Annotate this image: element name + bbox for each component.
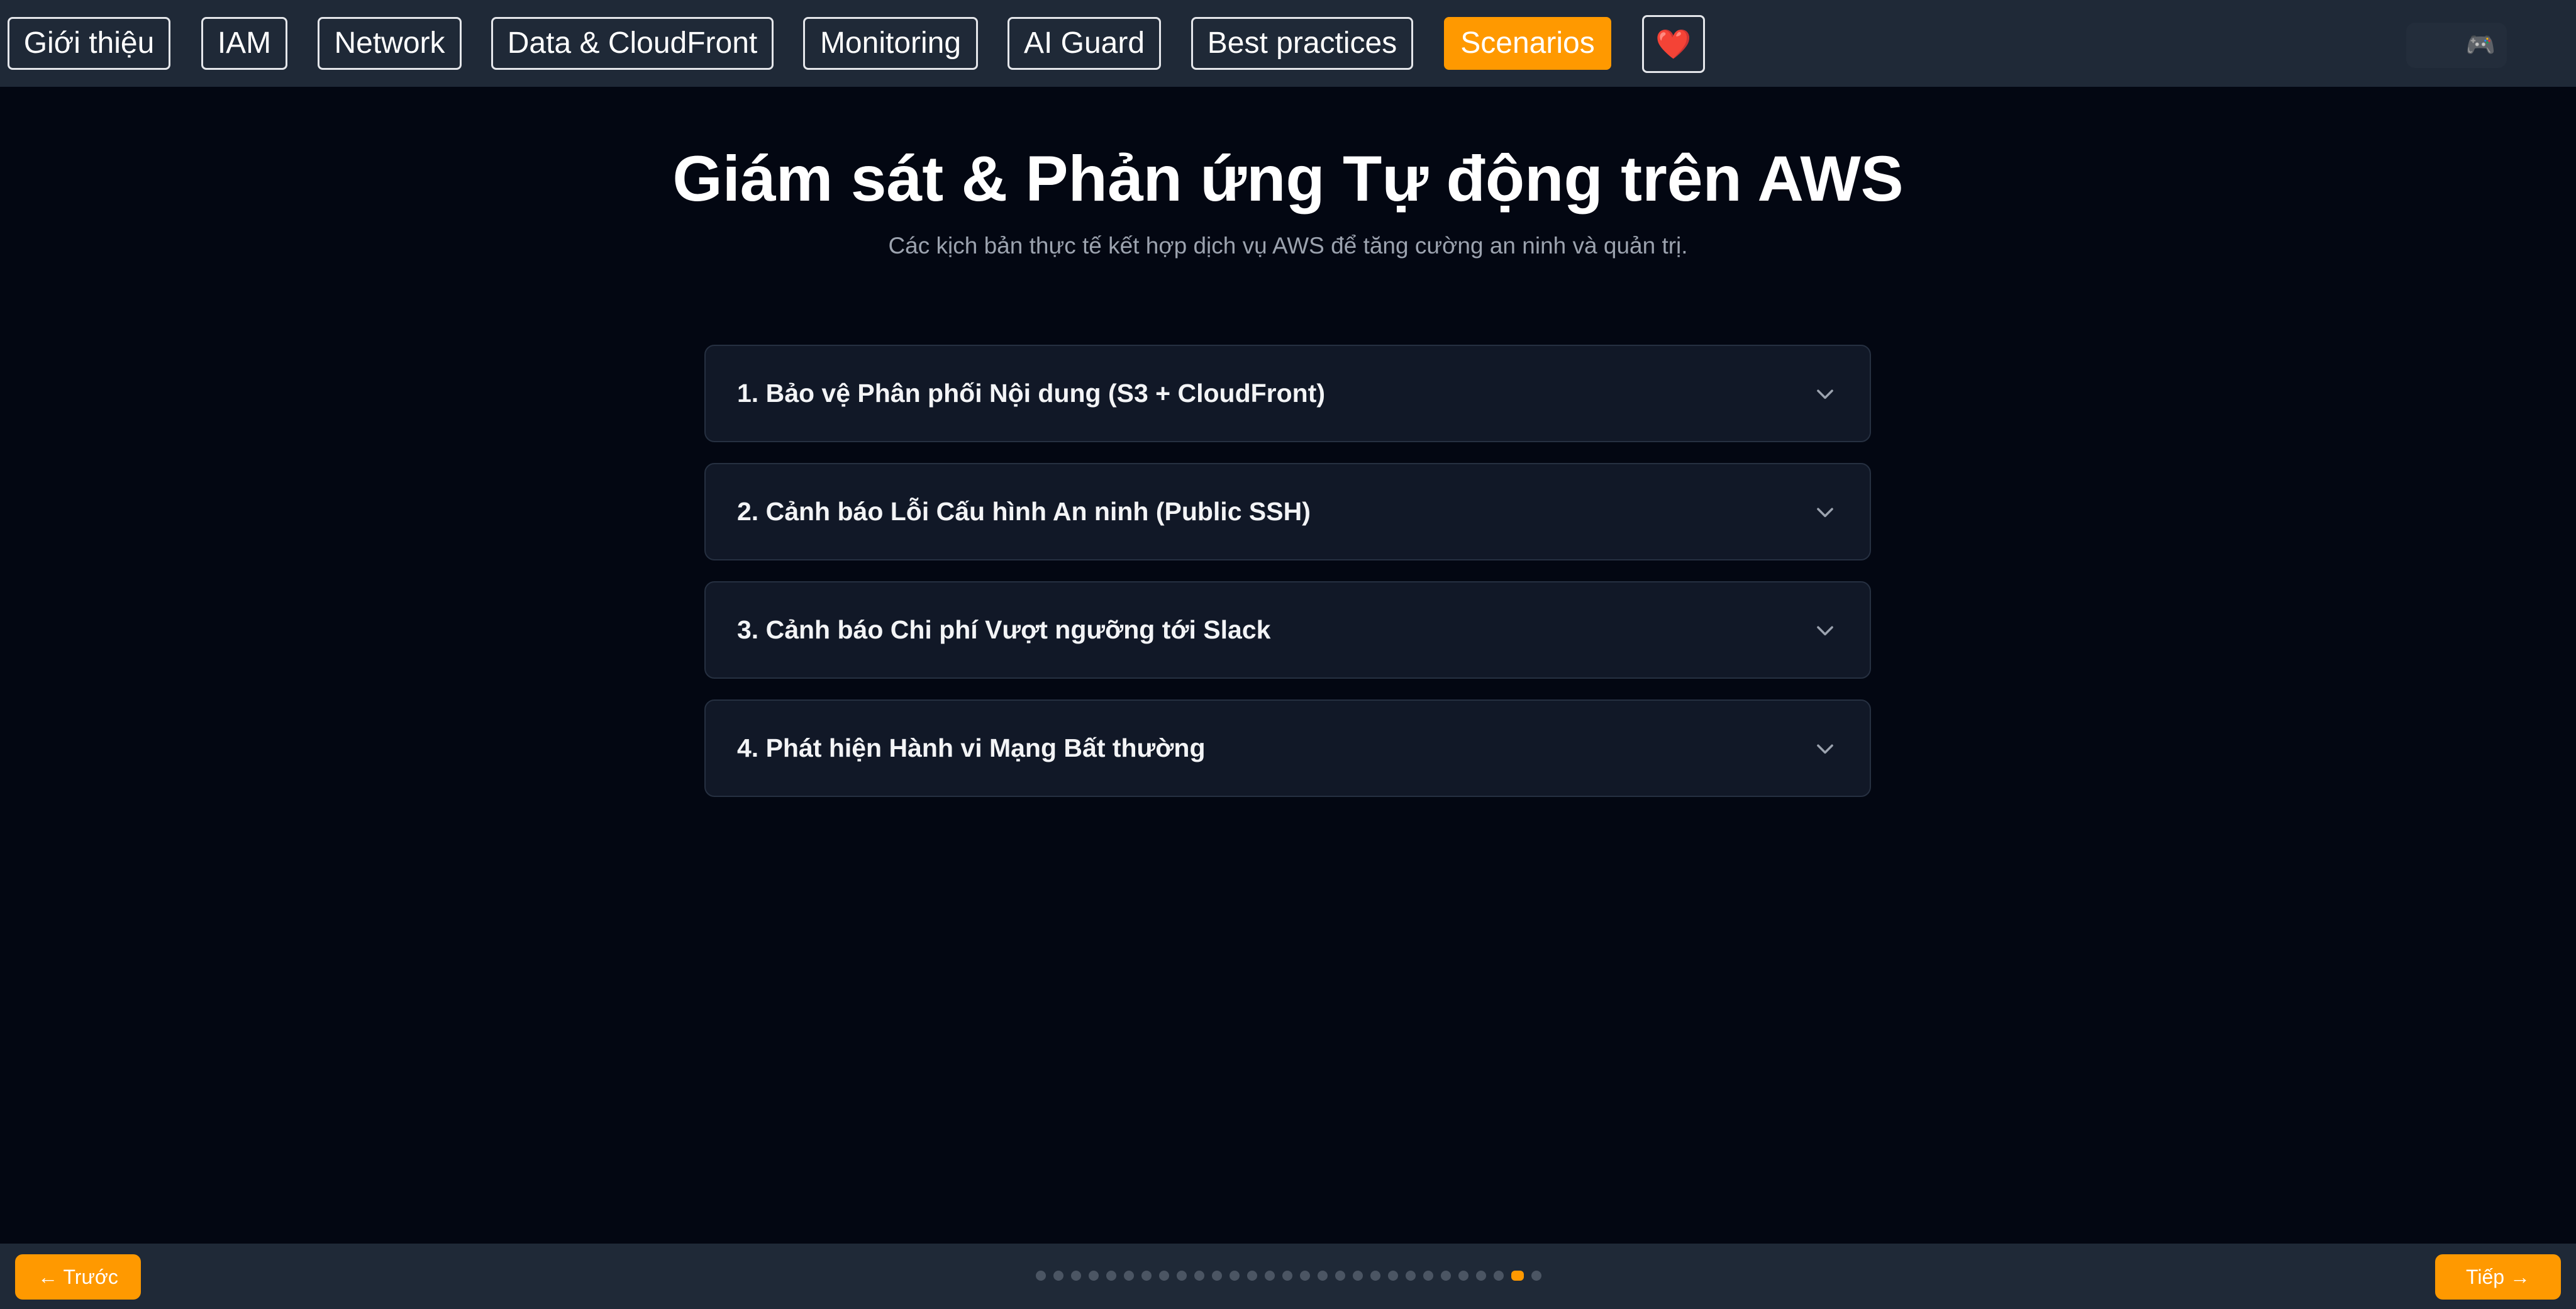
game-controller-icon[interactable]: 🎮	[2406, 23, 2507, 68]
next-button[interactable]: Tiếp →	[2435, 1254, 2561, 1300]
slide-dot[interactable]	[1318, 1271, 1328, 1281]
slide-dot[interactable]	[1370, 1271, 1380, 1281]
page-title: Giám sát & Phản ứng Tự động trên AWS	[672, 143, 1904, 214]
scenario-title: 4. Phát hiện Hành vi Mạng Bất thường	[737, 733, 1206, 762]
slide-dot[interactable]	[1247, 1271, 1257, 1281]
slide-dot[interactable]	[1441, 1271, 1451, 1281]
slide-dot[interactable]	[1458, 1271, 1468, 1281]
nav-tab-monitoring[interactable]: Monitoring	[803, 17, 978, 70]
slide-dot[interactable]	[1071, 1271, 1081, 1281]
slide-dot[interactable]	[1282, 1271, 1292, 1281]
slide-dot[interactable]	[1141, 1271, 1152, 1281]
scenario-item-4[interactable]: 4. Phát hiện Hành vi Mạng Bất thường	[704, 699, 1871, 797]
slide-dot[interactable]	[1053, 1271, 1063, 1281]
slide-dot[interactable]	[1159, 1271, 1169, 1281]
slide-dot[interactable]	[1494, 1271, 1504, 1281]
scenario-item-2[interactable]: 2. Cảnh báo Lỗi Cấu hình An ninh (Public…	[704, 463, 1871, 560]
slide-dot[interactable]	[1036, 1271, 1046, 1281]
slide-dot[interactable]	[1406, 1271, 1416, 1281]
slide-dots	[1036, 1271, 1549, 1281]
nav-tab-network[interactable]: Network	[318, 17, 462, 70]
scenario-item-3[interactable]: 3. Cảnh báo Chi phí Vượt ngưỡng tới Slac…	[704, 581, 1871, 679]
slide-dot[interactable]	[1423, 1271, 1433, 1281]
slide-dot[interactable]	[1194, 1271, 1204, 1281]
chevron-down-icon	[1817, 744, 1833, 754]
scenario-accordion: 1. Bảo vệ Phân phối Nội dung (S3 + Cloud…	[704, 345, 1871, 818]
scenario-title: 2. Cảnh báo Lỗi Cấu hình An ninh (Public…	[737, 497, 1311, 526]
page-subtitle: Các kịch bản thực tế kết hợp dịch vụ AWS…	[888, 233, 1688, 259]
bottom-bar: ← Trước Tiếp →	[0, 1244, 2576, 1309]
slide-dot[interactable]	[1106, 1271, 1116, 1281]
nav-tab-data-cloudfront[interactable]: Data & CloudFront	[491, 17, 774, 70]
nav-tab-iam[interactable]: IAM	[201, 17, 287, 70]
slide-dot[interactable]	[1230, 1271, 1240, 1281]
slide-dot[interactable]	[1531, 1271, 1541, 1281]
nav-tab-scenarios[interactable]: Scenarios	[1444, 17, 1611, 70]
slide-dot[interactable]	[1476, 1271, 1486, 1281]
slide-dot[interactable]	[1177, 1271, 1187, 1281]
nav-tab-gioi-thieu[interactable]: Giới thiệu	[8, 17, 170, 70]
scenario-title: 1. Bảo vệ Phân phối Nội dung (S3 + Cloud…	[737, 379, 1326, 408]
chevron-down-icon	[1817, 626, 1833, 636]
slide-dot[interactable]	[1124, 1271, 1134, 1281]
nav-tab-ai-guard[interactable]: AI Guard	[1008, 17, 1161, 70]
nav-tab-best-practices[interactable]: Best practices	[1191, 17, 1413, 70]
scenario-item-1[interactable]: 1. Bảo vệ Phân phối Nội dung (S3 + Cloud…	[704, 345, 1871, 442]
chevron-down-icon	[1817, 508, 1833, 518]
slide-dot[interactable]	[1265, 1271, 1275, 1281]
slide-dot[interactable]	[1089, 1271, 1099, 1281]
slide-dot[interactable]	[1300, 1271, 1310, 1281]
chevron-down-icon	[1817, 389, 1833, 399]
top-navigation: Giới thiệu IAM Network Data & CloudFront…	[0, 0, 2576, 87]
heart-button[interactable]: ❤️	[1642, 15, 1705, 73]
scenario-title: 3. Cảnh báo Chi phí Vượt ngưỡng tới Slac…	[737, 615, 1271, 644]
slide-dot-active[interactable]	[1511, 1271, 1524, 1281]
slide-dot[interactable]	[1388, 1271, 1398, 1281]
slide-dot[interactable]	[1212, 1271, 1222, 1281]
prev-button[interactable]: ← Trước	[15, 1254, 141, 1300]
slide-dot[interactable]	[1335, 1271, 1345, 1281]
slide-dot[interactable]	[1353, 1271, 1363, 1281]
